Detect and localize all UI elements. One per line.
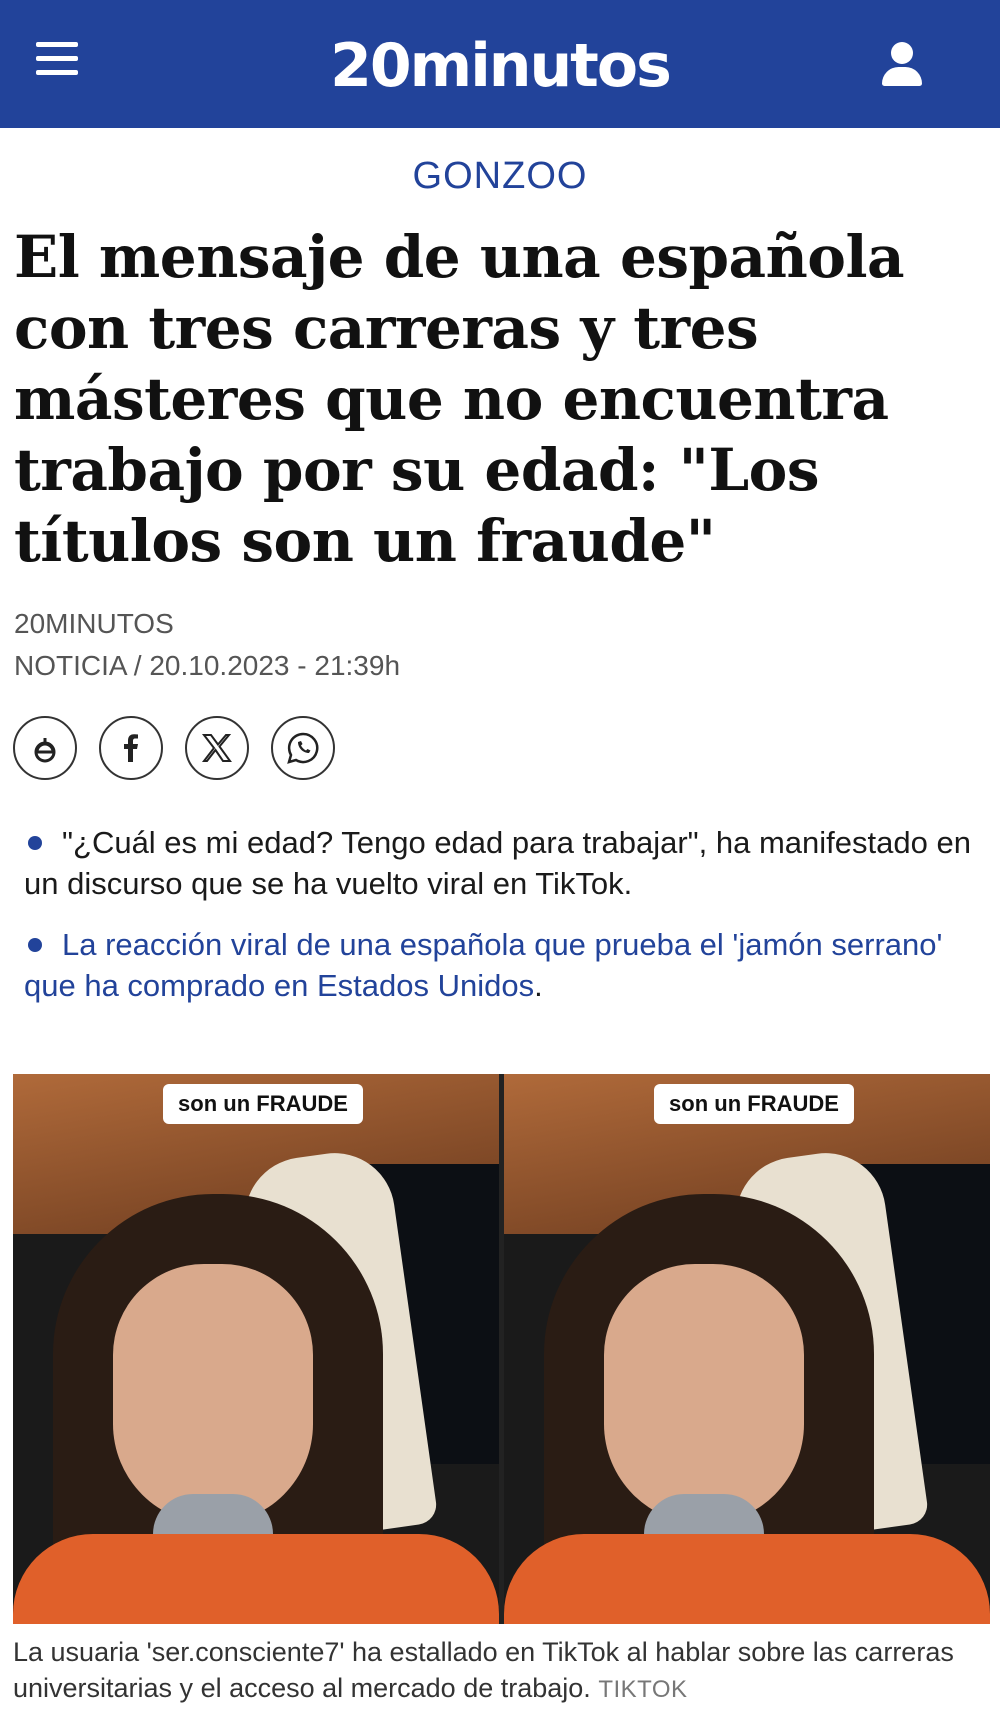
article-headline: El mensaje de una española con tres carr…: [14, 223, 905, 575]
image-overlay-text: son un FRAUDE: [163, 1084, 363, 1124]
bullet-dot-icon: [28, 835, 42, 850]
section-label[interactable]: GONZOO: [0, 150, 1000, 202]
image-frame-right: son un FRAUDE: [504, 1074, 990, 1624]
article-author: 20MINUTOS: [14, 608, 174, 639]
article-meta: NOTICIA / 20.10.2023 - 21:39h: [14, 650, 401, 681]
summary-text: "¿Cuál es mi edad? Tengo edad para traba…: [24, 825, 971, 901]
article-image[interactable]: son un FRAUDE son un FRAUDE: [13, 1074, 990, 1624]
x-twitter-icon[interactable]: [185, 716, 249, 780]
image-credit: TIKTOK: [598, 1676, 688, 1703]
image-frame-left: son un FRAUDE: [13, 1074, 499, 1624]
user-icon[interactable]: [880, 40, 924, 88]
facebook-icon[interactable]: [99, 716, 163, 780]
bullet-dot-icon: [28, 937, 42, 952]
related-article-link[interactable]: La reacción viral de una española que pr…: [24, 924, 974, 1006]
summary-bullet: "¿Cuál es mi edad? Tengo edad para traba…: [24, 822, 974, 904]
related-link-text[interactable]: La reacción viral de una española que pr…: [24, 927, 942, 1003]
article-summary-list: "¿Cuál es mi edad? Tengo edad para traba…: [24, 822, 974, 1026]
site-logo[interactable]: 20minutos: [0, 30, 1000, 102]
image-overlay-text: son un FRAUDE: [654, 1084, 854, 1124]
image-caption-text: La usuaria 'ser.consciente7' ha estallad…: [13, 1637, 954, 1703]
whatsapp-icon[interactable]: [271, 716, 335, 780]
related-link-tail: .: [534, 968, 543, 1003]
image-caption: La usuaria 'ser.consciente7' ha estallad…: [13, 1634, 973, 1708]
top-navigation-bar: 20minutos: [0, 0, 1000, 128]
share-e-icon[interactable]: [13, 716, 77, 780]
